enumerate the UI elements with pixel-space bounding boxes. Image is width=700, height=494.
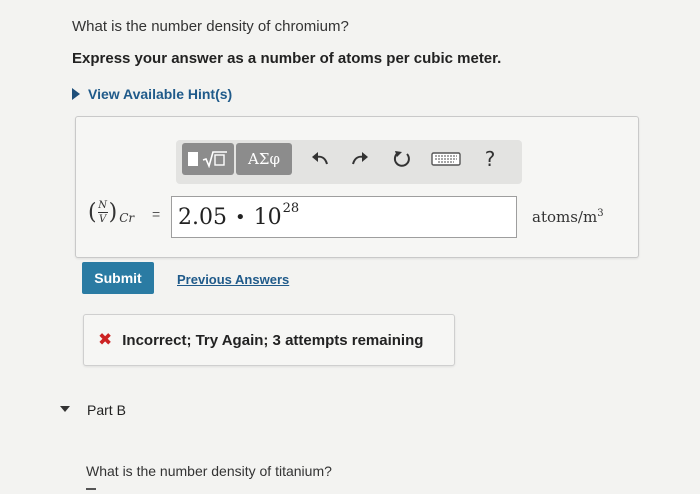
n-over-v-fraction: N V xyxy=(97,200,108,225)
feedback-message: ✖ Incorrect; Try Again; 3 attempts remai… xyxy=(83,314,455,366)
view-hints-link[interactable]: View Available Hint(s) xyxy=(72,86,232,102)
answer-exponent: 28 xyxy=(282,200,300,216)
redo-button[interactable] xyxy=(344,143,376,175)
previous-answers-link[interactable]: Previous Answers xyxy=(177,272,289,287)
incorrect-x-icon: ✖ xyxy=(98,330,113,350)
templates-button[interactable] xyxy=(182,143,234,175)
undo-button[interactable] xyxy=(304,143,336,175)
content-edge xyxy=(86,488,96,490)
question-text: What is the number density of chromium? xyxy=(72,18,349,35)
reset-button[interactable] xyxy=(386,143,418,175)
equation-lhs: ( N V ) Cr xyxy=(88,200,135,225)
keyboard-icon xyxy=(431,152,461,166)
part-b-label[interactable]: Part B xyxy=(87,402,126,418)
units-text: atoms/m xyxy=(532,208,598,226)
units-label: atoms/m3 xyxy=(532,208,604,226)
units-power: 3 xyxy=(597,208,604,219)
fraction-numerator: N xyxy=(98,200,107,211)
keyboard-button[interactable] xyxy=(428,143,464,175)
view-hints-label: View Available Hint(s) xyxy=(88,86,233,102)
help-button[interactable]: ? xyxy=(474,143,506,175)
answer-base: 10 xyxy=(253,204,282,230)
redo-icon xyxy=(352,152,368,165)
chevron-down-icon[interactable] xyxy=(60,406,70,412)
part-b-question: What is the number density of titanium? xyxy=(86,463,332,479)
fraction-denominator: V xyxy=(98,214,107,225)
equals-sign: = xyxy=(152,206,161,222)
reset-icon xyxy=(393,151,410,167)
feedback-text: Incorrect; Try Again; 3 attempts remaini… xyxy=(122,331,424,349)
undo-icon xyxy=(312,152,328,165)
answer-mantissa: 2.05 xyxy=(178,204,227,230)
submit-button[interactable]: Submit xyxy=(82,262,154,294)
template-square-icon xyxy=(188,152,198,166)
greek-symbols-button[interactable]: ΑΣφ xyxy=(236,143,292,175)
answer-times: • xyxy=(234,206,246,228)
element-subscript: Cr xyxy=(119,211,135,225)
expand-triangle-icon xyxy=(72,88,80,100)
answer-input[interactable]: 2.05 • 10 28 xyxy=(171,196,517,238)
sqrt-box-icon xyxy=(202,151,227,168)
instruction-text: Express your answer as a number of atoms… xyxy=(72,50,502,67)
